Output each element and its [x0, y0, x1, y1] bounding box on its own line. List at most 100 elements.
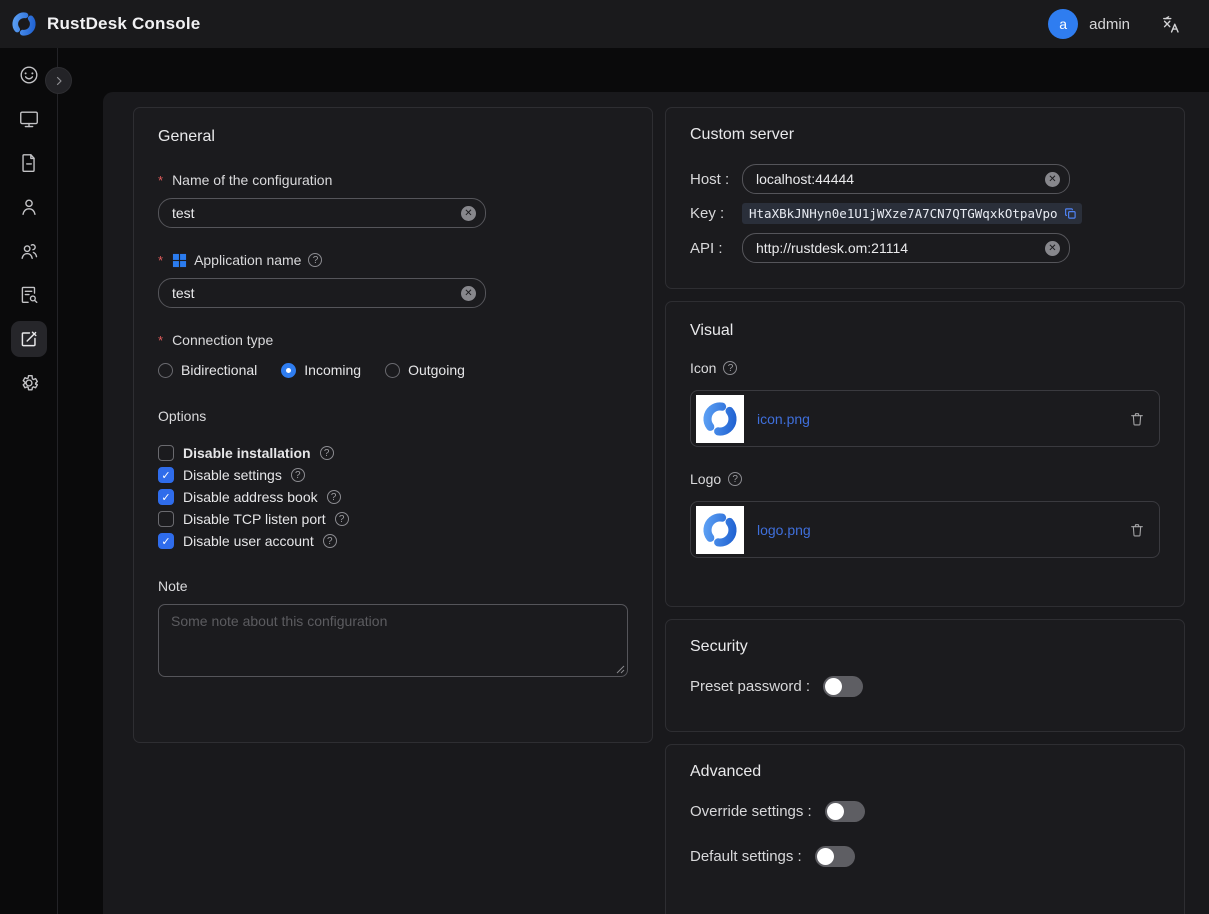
logo-label: Logo ? [690, 471, 1160, 487]
icon-label: Icon ? [690, 360, 1160, 376]
override-settings-toggle[interactable] [825, 801, 865, 822]
note-label: Note [158, 578, 628, 594]
help-icon[interactable]: ? [320, 446, 334, 460]
rustdesk-logo-icon [10, 10, 38, 38]
radio-bidirectional[interactable]: Bidirectional [158, 362, 257, 378]
override-settings-row: Override settings : [690, 801, 1160, 822]
document-icon [18, 152, 40, 174]
settings-icon [18, 372, 40, 394]
checkbox-disable-tcp-listen-port[interactable]: Disable TCP listen port ? [158, 508, 628, 530]
sidebar-item-users[interactable] [0, 185, 58, 229]
default-settings-toggle[interactable] [815, 846, 855, 867]
checkbox-checked: ✓ [158, 489, 174, 505]
translate-icon[interactable] [1160, 14, 1181, 35]
sidebar-collapse-button[interactable] [45, 67, 72, 94]
help-icon[interactable]: ? [323, 534, 337, 548]
default-settings-row: Default settings : [690, 846, 1160, 867]
checkbox-disable-user-account[interactable]: ✓ Disable user account ? [158, 530, 628, 552]
checkbox-unchecked [158, 511, 174, 527]
app-name-label: Application name ? [158, 252, 628, 268]
radio-outgoing[interactable]: Outgoing [385, 362, 465, 378]
sidebar-item-settings[interactable] [0, 361, 58, 405]
note-textarea[interactable] [158, 604, 628, 677]
note-wrap [158, 604, 628, 682]
windows-icon [172, 253, 187, 268]
general-card: General Name of the configuration ✕ [133, 107, 653, 743]
smiley-icon [18, 64, 40, 86]
visual-card: Visual Icon ? icon.png [665, 301, 1185, 607]
sidebar-item-audit[interactable] [0, 273, 58, 317]
checkbox-checked: ✓ [158, 533, 174, 549]
name-input-wrap: ✕ [158, 198, 486, 228]
users-icon [18, 240, 40, 262]
app-name-input[interactable] [172, 285, 455, 301]
host-input[interactable] [756, 171, 1039, 187]
radio-dot [158, 363, 173, 378]
main-area: General Name of the configuration ✕ [58, 48, 1209, 914]
default-settings-label: Default settings : [690, 848, 802, 865]
clear-icon[interactable]: ✕ [461, 286, 476, 301]
key-row: Key : HtaXBkJNHyn0e1U1jWXze7A7CN7QTGWqxk… [690, 203, 1160, 224]
help-icon[interactable]: ? [291, 468, 305, 482]
audit-log-icon [18, 284, 40, 306]
right-column: Custom server Host : ✕ Key : HtaXBkJNHyn… [665, 107, 1185, 914]
sidebar-item-configurations[interactable] [0, 317, 58, 361]
override-settings-label: Override settings : [690, 803, 812, 820]
logo-file-link[interactable]: logo.png [757, 522, 811, 538]
connection-type-group: Bidirectional Incoming Outgoing [158, 362, 628, 378]
name-input[interactable] [172, 205, 455, 221]
sidebar-item-documents[interactable] [0, 141, 58, 185]
sidebar-item-devices[interactable] [0, 97, 58, 141]
host-row: Host : ✕ [690, 164, 1160, 194]
trash-icon[interactable] [1129, 411, 1145, 427]
custom-server-title: Custom server [690, 126, 1160, 144]
advanced-title: Advanced [690, 763, 1160, 781]
checkbox-disable-address-book[interactable]: ✓ Disable address book ? [158, 486, 628, 508]
help-icon[interactable]: ? [723, 361, 737, 375]
help-icon[interactable]: ? [327, 490, 341, 504]
clear-icon[interactable]: ✕ [1045, 172, 1060, 187]
checkbox-disable-installation[interactable]: Disable installation ? [158, 442, 628, 464]
visual-title: Visual [690, 322, 1160, 340]
trash-icon[interactable] [1129, 522, 1145, 538]
api-input-wrap: ✕ [742, 233, 1070, 263]
radio-incoming[interactable]: Incoming [281, 362, 361, 378]
help-icon[interactable]: ? [308, 253, 322, 267]
key-value: HtaXBkJNHyn0e1U1jWXze7A7CN7QTGWqxkOtpaVp… [749, 206, 1058, 221]
checkbox-checked: ✓ [158, 467, 174, 483]
preset-password-label: Preset password : [690, 678, 810, 695]
api-row: API : ✕ [690, 233, 1160, 263]
copy-icon[interactable] [1064, 207, 1077, 220]
app-name-input-wrap: ✕ [158, 278, 486, 308]
key-field: HtaXBkJNHyn0e1U1jWXze7A7CN7QTGWqxkOtpaVp… [742, 203, 1082, 224]
chevron-right-icon [53, 75, 65, 87]
topbar: RustDesk Console a admin [0, 0, 1209, 48]
help-icon[interactable]: ? [728, 472, 742, 486]
security-card: Security Preset password : [665, 619, 1185, 732]
icon-file-link[interactable]: icon.png [757, 411, 810, 427]
preset-password-toggle[interactable] [823, 676, 863, 697]
custom-server-card: Custom server Host : ✕ Key : HtaXBkJNHyn… [665, 107, 1185, 289]
edit-icon [18, 328, 40, 350]
host-label: Host : [690, 171, 742, 188]
general-title: General [158, 128, 628, 146]
monitor-icon [18, 108, 40, 130]
left-column: General Name of the configuration ✕ [133, 107, 653, 743]
api-input[interactable] [756, 240, 1039, 256]
logo-thumbnail [696, 506, 744, 554]
checkbox-disable-settings[interactable]: ✓ Disable settings ? [158, 464, 628, 486]
radio-dot-selected [281, 363, 296, 378]
avatar[interactable]: a [1048, 9, 1078, 39]
username[interactable]: admin [1089, 16, 1130, 33]
key-label: Key : [690, 205, 742, 222]
clear-icon[interactable]: ✕ [461, 206, 476, 221]
api-label: API : [690, 240, 742, 257]
clear-icon[interactable]: ✕ [1045, 241, 1060, 256]
sidebar-item-groups[interactable] [0, 229, 58, 273]
logo-upload-row: logo.png [690, 501, 1160, 558]
preset-password-row: Preset password : [690, 676, 1160, 697]
help-icon[interactable]: ? [335, 512, 349, 526]
content-panel: General Name of the configuration ✕ [103, 92, 1209, 914]
options-label: Options [158, 408, 628, 424]
resize-handle-icon[interactable] [616, 665, 625, 674]
